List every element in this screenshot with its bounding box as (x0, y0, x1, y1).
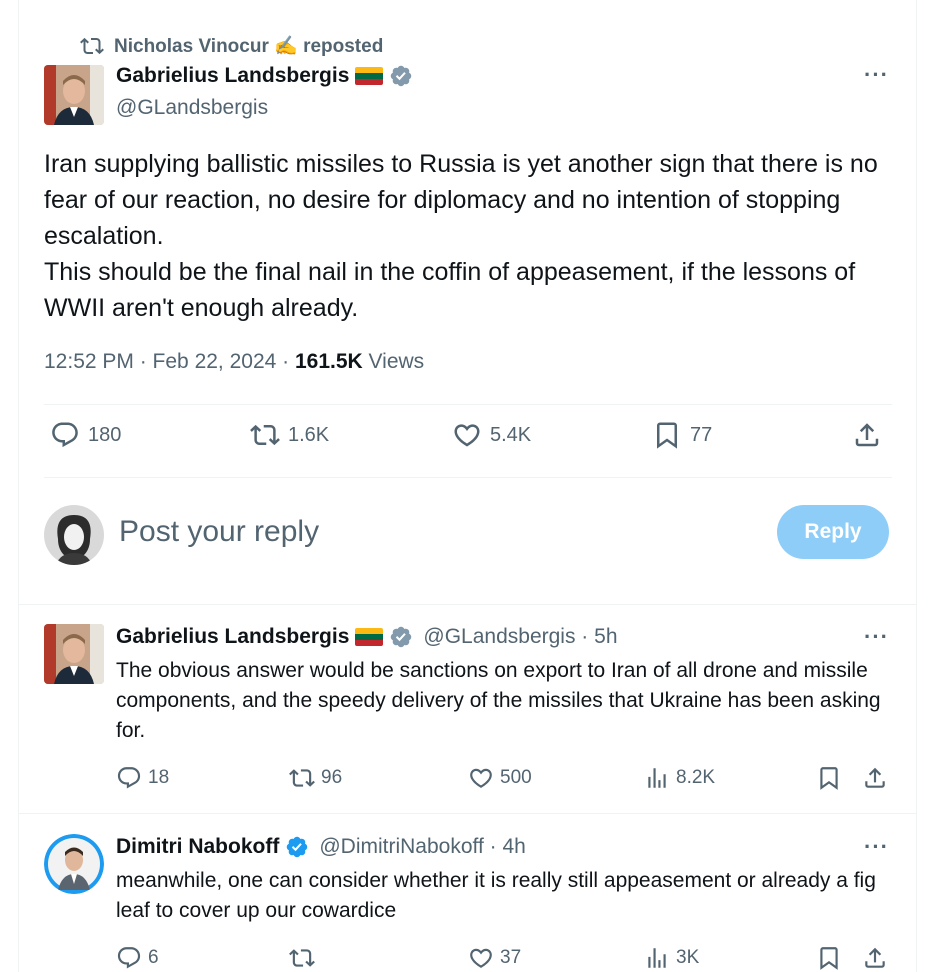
reply-count: 180 (88, 423, 122, 446)
reply-count: 18 (148, 767, 170, 788)
repost-count: 96 (321, 767, 343, 788)
like-count: 5.4K (490, 423, 532, 446)
reply-count: 6 (148, 947, 159, 968)
divider (18, 604, 917, 605)
reply-icon (117, 767, 141, 789)
heart-icon (470, 948, 492, 968)
heart-icon (454, 424, 480, 447)
post-timestamp[interactable]: 12:52 PM · Feb 22, 2024 · (44, 350, 295, 373)
divider (44, 477, 892, 478)
bookmark-action[interactable] (816, 765, 842, 791)
more-options-icon[interactable]: ··· (864, 836, 889, 858)
reply-input[interactable]: Post your reply (119, 515, 319, 549)
repost-action[interactable]: 96 (289, 765, 342, 791)
post-meta: 12:52 PM · Feb 22, 2024 · 161.5K Views (44, 350, 424, 374)
share-icon (855, 423, 879, 447)
share-action[interactable] (862, 765, 888, 791)
reply-icon (117, 947, 141, 969)
share-action[interactable] (862, 945, 888, 971)
bookmark-icon (820, 767, 838, 790)
author-name-row[interactable]: Gabrielius Landsbergis (116, 64, 413, 88)
reply-text: meanwhile, one can consider whether it i… (116, 869, 876, 922)
repost-icon (250, 424, 280, 446)
reply-author-row[interactable]: Dimitri Nabokoff @DimitriNabokoff · 4h (116, 835, 526, 859)
repost-icon (289, 769, 315, 787)
repost-icon (80, 37, 104, 55)
repost-text: Nicholas Vinocur ✍️ reposted (114, 36, 384, 57)
verified-blue-badge-icon (287, 836, 308, 858)
divider (44, 404, 892, 405)
views-count: 161.5K (294, 350, 363, 373)
repost-indicator[interactable]: Nicholas Vinocur ✍️ reposted (80, 34, 383, 58)
bookmark-action[interactable]: 77 (652, 420, 712, 450)
reply-author-name[interactable]: Gabrielius Landsbergis (116, 625, 349, 649)
post-paragraph: This should be the final nail in the cof… (44, 258, 856, 322)
share-icon (865, 767, 885, 788)
author-avatar[interactable] (44, 65, 104, 125)
author-name[interactable]: Gabrielius Landsbergis (116, 64, 349, 88)
bookmark-count: 77 (690, 423, 713, 446)
post-paragraph: Iran supplying ballistic missiles to Rus… (44, 150, 878, 250)
reply-action[interactable]: 18 (116, 765, 169, 791)
more-options-icon[interactable]: ··· (864, 626, 889, 648)
views-action[interactable]: 8.2K (644, 765, 715, 791)
views-label: Views (362, 350, 425, 373)
post-actions: 180 1.6K 5.4K 77 (44, 420, 892, 460)
more-options-icon[interactable]: ··· (864, 64, 889, 86)
heart-icon (470, 768, 492, 788)
post-text: Iran supplying ballistic missiles to Rus… (44, 146, 894, 326)
reply-author-name[interactable]: Dimitri Nabokoff (116, 835, 279, 859)
reply-button[interactable]: Reply (777, 505, 889, 559)
repost-count: 1.6K (288, 423, 330, 446)
like-action[interactable]: 5.4K (452, 420, 531, 450)
share-action[interactable] (852, 420, 882, 450)
repost-icon (289, 949, 315, 967)
verified-gray-badge-icon (391, 626, 412, 648)
reply-action[interactable]: 6 (116, 945, 159, 971)
views-count: 3K (676, 947, 700, 968)
reply-composer: Post your reply Reply (44, 505, 892, 565)
like-action[interactable]: 500 (468, 765, 532, 791)
reply-author-row[interactable]: Gabrielius Landsbergis @GLandsbergis · 5… (116, 625, 618, 649)
views-count: 8.2K (676, 767, 716, 788)
bookmark-icon (820, 947, 838, 970)
reply-actions: 6 37 3K (116, 945, 892, 972)
like-count: 500 (500, 767, 532, 788)
current-user-avatar[interactable] (44, 505, 104, 565)
like-action[interactable]: 37 (468, 945, 521, 971)
verified-gray-badge-icon (391, 65, 412, 87)
reply-author-handle[interactable]: @DimitriNabokoff · 4h (319, 835, 526, 859)
analytics-icon (648, 768, 666, 788)
reply-author-avatar[interactable] (44, 624, 104, 684)
lithuania-flag-icon (355, 67, 384, 85)
reply-icon (52, 422, 78, 448)
reply-action[interactable]: 180 (50, 420, 121, 450)
lithuania-flag-icon (355, 628, 384, 646)
repost-action[interactable]: 1.6K (250, 420, 329, 450)
like-count: 37 (500, 947, 522, 968)
author-handle[interactable]: @GLandsbergis (116, 96, 268, 120)
bookmark-icon (657, 422, 677, 449)
reply-author-avatar[interactable] (44, 834, 104, 894)
views-action[interactable]: 3K (644, 945, 699, 971)
divider (18, 813, 917, 814)
analytics-icon (648, 948, 666, 968)
share-icon (865, 947, 885, 968)
reply-text: The obvious answer would be sanctions on… (116, 659, 881, 742)
bookmark-action[interactable] (816, 945, 842, 971)
reply-author-handle[interactable]: @GLandsbergis · 5h (423, 625, 617, 649)
reply-actions: 18 96 500 8.2K (116, 765, 892, 795)
repost-action[interactable] (289, 945, 321, 971)
